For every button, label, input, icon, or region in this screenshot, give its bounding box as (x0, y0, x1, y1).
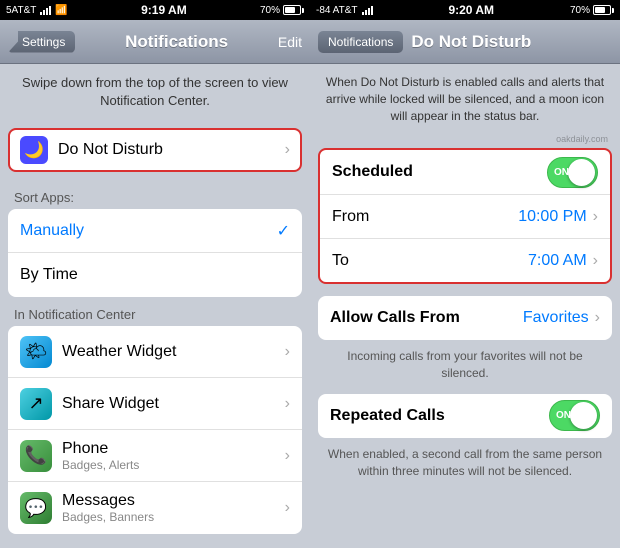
allow-calls-section: Allow Calls From Favorites › (318, 296, 612, 340)
allow-calls-sub: Incoming calls from your favorites will … (310, 344, 620, 390)
scheduled-row[interactable]: Scheduled ON (320, 150, 610, 194)
signal-icon-left (40, 5, 51, 15)
phone-app-sub: Badges, Alerts (62, 458, 285, 472)
share-app-icon: ↗ (20, 388, 52, 420)
time-right: 9:20 AM (448, 3, 494, 17)
phone-app-name: Phone (62, 440, 285, 458)
back-button-right[interactable]: Notifications (318, 31, 403, 53)
toggle-on-text: ON (554, 167, 569, 178)
app-row-share[interactable]: ↗ Share Widget › (8, 378, 302, 430)
checkmark-manually: ✓ (277, 221, 290, 241)
scheduled-toggle[interactable]: ON (547, 157, 598, 188)
nav-bar-right: Notifications Do Not Disturb (310, 20, 620, 64)
scheduled-section: Scheduled ON From 10:00 PM › To 7:00 AM … (318, 148, 612, 284)
battery-percent-left: 70% (260, 5, 280, 16)
app-row-phone[interactable]: 📞 Phone Badges, Alerts › (8, 430, 302, 482)
weather-app-info: Weather Widget (62, 343, 285, 361)
repeated-calls-label: Repeated Calls (330, 407, 549, 425)
share-chevron: › (285, 395, 290, 413)
to-row[interactable]: To 7:00 AM › (320, 238, 610, 282)
app-row-messages[interactable]: 💬 Messages Badges, Banners › (8, 482, 302, 534)
carrier-left: 5AT&T (6, 5, 36, 16)
from-label: From (332, 208, 518, 226)
phone-app-icon: 📞 (20, 440, 52, 472)
dnd-label: Do Not Disturb (58, 141, 285, 159)
right-status-left: 70% (260, 5, 304, 16)
carrier-right: -84 AT&T (316, 5, 358, 16)
left-status-left: 5AT&T 📶 (6, 5, 68, 16)
messages-chevron: › (285, 499, 290, 517)
back-button-left[interactable]: Settings (8, 31, 75, 53)
messages-app-sub: Badges, Banners (62, 510, 285, 524)
moon-icon: 🌙 (20, 136, 48, 164)
share-app-info: Share Widget (62, 395, 285, 413)
messages-app-name: Messages (62, 492, 285, 510)
right-status-right: 70% (570, 5, 614, 16)
signal-icon-right (362, 5, 373, 15)
status-bar-left: 5AT&T 📶 9:19 AM 70% (0, 0, 310, 20)
from-value: 10:00 PM (518, 208, 586, 226)
repeated-calls-row[interactable]: Repeated Calls ON (318, 394, 612, 438)
battery-percent-right: 70% (570, 5, 590, 16)
messages-app-icon: 💬 (20, 492, 52, 524)
battery-icon-left (283, 5, 304, 15)
phone-app-info: Phone Badges, Alerts (62, 440, 285, 472)
allow-calls-row[interactable]: Allow Calls From Favorites › (318, 296, 612, 340)
nav-bar-left: Settings Notifications Edit (0, 20, 310, 64)
sort-manually-label: Manually (20, 222, 277, 240)
share-app-name: Share Widget (62, 395, 285, 413)
wifi-icon-left: 📶 (55, 5, 67, 16)
left-description: Swipe down from the top of the screen to… (0, 64, 310, 120)
repeated-calls-toggle[interactable]: ON (549, 400, 600, 431)
allow-calls-chevron: › (595, 309, 600, 327)
from-row[interactable]: From 10:00 PM › (320, 194, 610, 238)
in-notification-center-header: In Notification Center (0, 297, 310, 326)
sort-manually[interactable]: Manually ✓ (8, 209, 302, 253)
to-chevron: › (593, 252, 598, 270)
weather-chevron: › (285, 343, 290, 361)
sort-by-time[interactable]: By Time (8, 253, 302, 297)
sort-list: Manually ✓ By Time (8, 209, 302, 297)
allow-calls-label: Allow Calls From (330, 309, 523, 327)
do-not-disturb-row[interactable]: 🌙 Do Not Disturb › (8, 128, 302, 172)
battery-icon-right (593, 5, 614, 15)
repeated-calls-sub: When enabled, a second call from the sam… (310, 442, 620, 488)
edit-button[interactable]: Edit (278, 34, 302, 50)
messages-app-info: Messages Badges, Banners (62, 492, 285, 524)
toggle-knob (568, 159, 595, 186)
right-panel: -84 AT&T 9:20 AM 70% Notifications Do No… (310, 0, 620, 548)
nav-title-left: Notifications (125, 32, 228, 52)
app-row-weather[interactable]: 🌤 Weather Widget › (8, 326, 302, 378)
phone-chevron: › (285, 447, 290, 465)
right-description: When Do Not Disturb is enabled calls and… (310, 64, 620, 134)
dnd-chevron: › (285, 141, 290, 159)
repeated-toggle-on-text: ON (556, 410, 571, 421)
status-bar-right: -84 AT&T 9:20 AM 70% (310, 0, 620, 20)
weather-app-icon: 🌤 (20, 336, 52, 368)
sort-bytime-label: By Time (20, 266, 290, 284)
left-panel: 5AT&T 📶 9:19 AM 70% Settings Notificatio… (0, 0, 310, 548)
nav-title-right: Do Not Disturb (411, 32, 531, 52)
left-status-right: -84 AT&T (316, 5, 373, 16)
app-list: 🌤 Weather Widget › ↗ Share Widget › 📞 Ph… (8, 326, 302, 534)
sort-apps-header: Sort Apps: (0, 180, 310, 209)
repeated-calls-section: Repeated Calls ON (318, 394, 612, 438)
time-left: 9:19 AM (141, 3, 187, 17)
weather-app-name: Weather Widget (62, 343, 285, 361)
from-chevron: › (593, 208, 598, 226)
repeated-toggle-knob (570, 402, 597, 429)
watermark: oakdaily.com (310, 134, 620, 144)
to-value: 7:00 AM (528, 252, 587, 270)
scheduled-label: Scheduled (332, 163, 547, 181)
to-label: To (332, 252, 528, 270)
allow-calls-value: Favorites (523, 309, 589, 327)
